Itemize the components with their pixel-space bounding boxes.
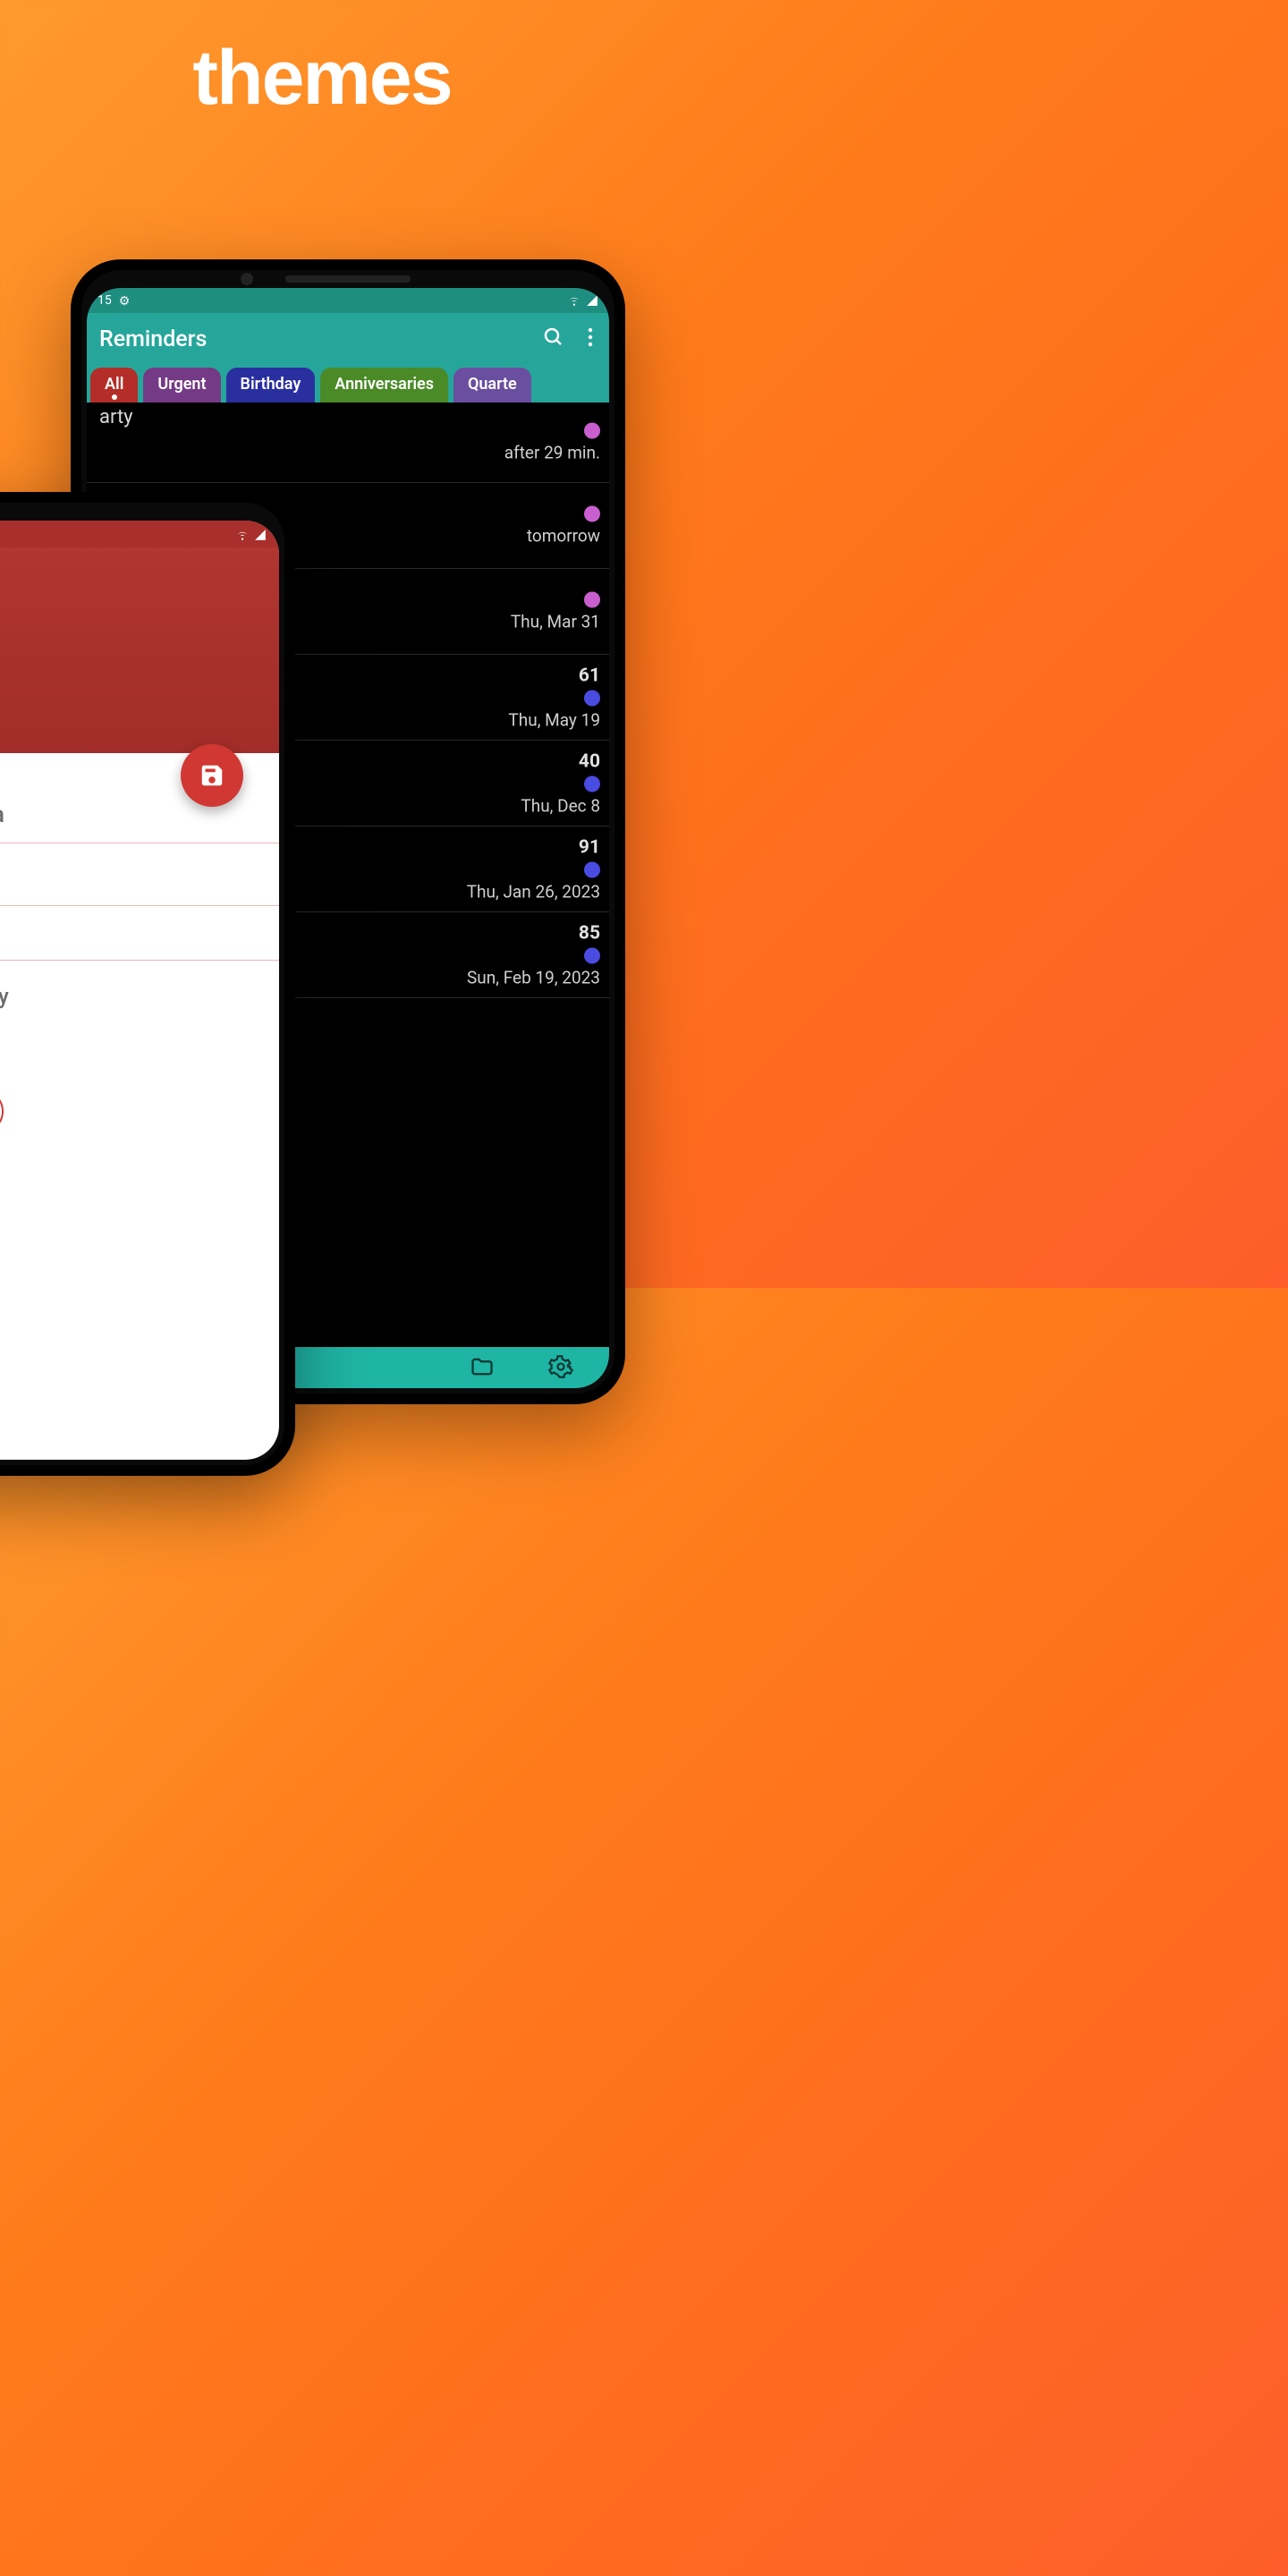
app-title: Reminders — [99, 326, 207, 352]
item-date: Thu, May 19 — [508, 709, 600, 730]
category-dot-icon — [584, 947, 600, 963]
tab-urgent[interactable]: Urgent — [143, 368, 220, 402]
search-icon[interactable] — [543, 326, 564, 352]
signal-icon — [254, 528, 267, 540]
gear-icon — [119, 294, 131, 307]
tab-birthday[interactable]: Birthday — [226, 368, 316, 402]
item-date: after 29 min. — [504, 442, 600, 462]
item-badge: 85 — [579, 922, 600, 944]
category-dot-icon — [584, 861, 600, 877]
input-row[interactable] — [0, 843, 279, 906]
category-dot-icon — [584, 422, 600, 438]
category-dot-icon — [584, 690, 600, 706]
number-picker[interactable]: 25 30 35 40 — [0, 1030, 279, 1086]
phone-notch — [285, 275, 411, 283]
status-time: 15 — [97, 293, 112, 308]
screen-light: ends Birthday Anniversa utes Hours Day 2… — [0, 521, 279, 1460]
item-date: Thu, Mar 31 — [511, 611, 600, 631]
tab-all[interactable]: All — [90, 368, 138, 402]
app-bar: Reminders — [87, 313, 609, 365]
category-tabs: All Urgent Birthday Anniversaries Quarte — [87, 365, 609, 402]
status-bar — [0, 521, 279, 547]
days-of-week-button[interactable]: Days of the week. — [0, 1089, 4, 1133]
detail-header: ends — [0, 547, 279, 753]
chip-anniversaries[interactable]: Anniversa — [0, 801, 4, 828]
page-headline: themes — [0, 0, 644, 123]
item-date: Sun, Feb 19, 2023 — [467, 967, 600, 987]
save-button[interactable] — [181, 744, 243, 807]
phone-camera — [241, 273, 253, 285]
status-bar: 15 — [87, 288, 609, 313]
folder-icon[interactable] — [470, 1354, 495, 1379]
tab-anniversaries[interactable]: Anniversaries — [320, 368, 448, 402]
signal-icon — [586, 294, 598, 307]
wifi-icon — [568, 294, 580, 307]
item-date: Thu, Dec 8 — [521, 795, 600, 816]
item-badge: 61 — [579, 665, 600, 686]
item-badge: 91 — [579, 836, 600, 858]
phone-mockup-light: ends Birthday Anniversa utes Hours Day 2… — [0, 492, 295, 1476]
wifi-icon — [236, 528, 249, 540]
item-date: tomorrow — [527, 525, 600, 546]
save-icon — [199, 762, 225, 789]
time-unit-selector: utes Hours Day — [0, 960, 279, 1030]
tab-quarter[interactable]: Quarte — [453, 368, 531, 402]
category-dot-icon — [584, 591, 600, 607]
list-item[interactable]: arty after 29 min. — [87, 402, 609, 483]
settings-icon[interactable] — [548, 1354, 573, 1379]
item-date: Thu, Jan 26, 2023 — [467, 881, 600, 902]
category-dot-icon — [584, 505, 600, 521]
item-badge: 40 — [579, 750, 600, 772]
category-dot-icon — [584, 775, 600, 792]
more-icon[interactable] — [588, 327, 593, 351]
unit-days[interactable]: Day — [0, 979, 9, 1018]
